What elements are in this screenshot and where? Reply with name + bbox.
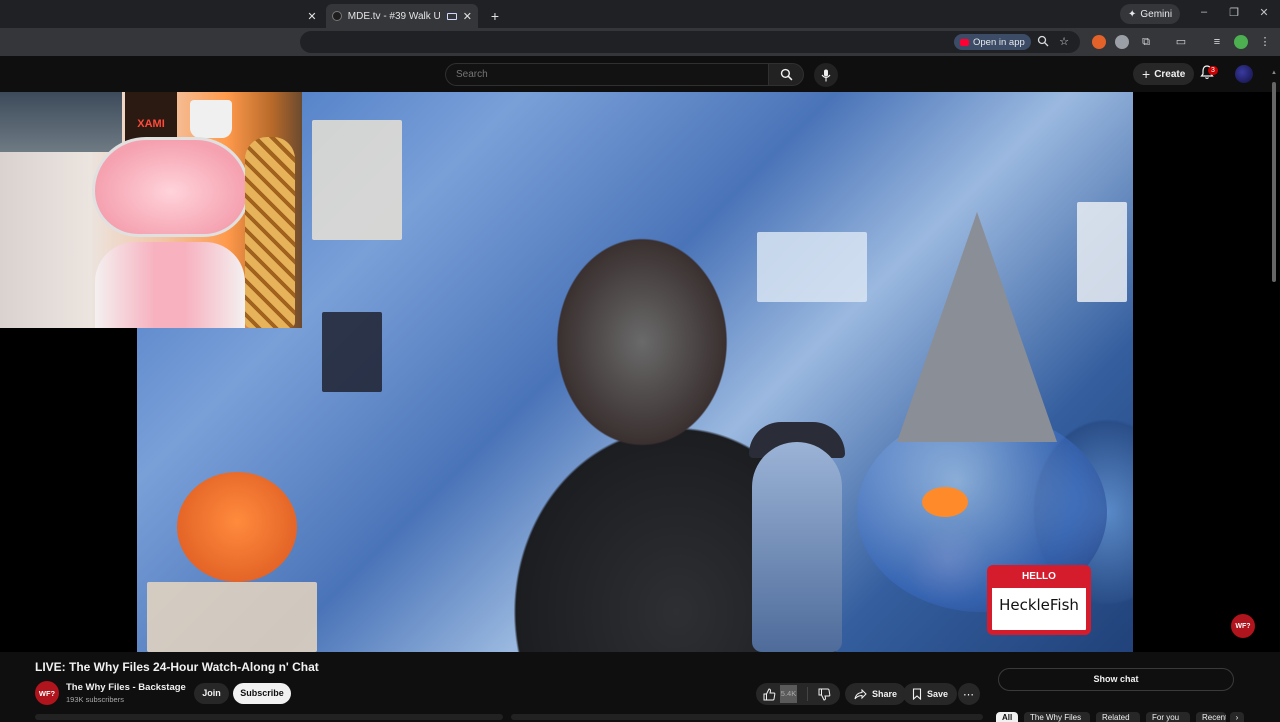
goldfish	[922, 487, 968, 517]
extensions-puzzle-icon[interactable]: ⧉	[1139, 35, 1153, 49]
create-label: Create	[1154, 68, 1186, 80]
profile-avatar-icon[interactable]	[1234, 35, 1248, 49]
collage-space-panda-sign	[757, 232, 867, 302]
restore-icon[interactable]: ❐	[1226, 6, 1242, 19]
thumbs-up-icon	[763, 687, 776, 700]
share-icon	[854, 688, 867, 699]
gemini-label: Gemini	[1140, 8, 1173, 20]
minimize-icon[interactable]: –	[1196, 6, 1212, 18]
video-title: LIVE: The Why Files 24-Hour Watch-Along …	[35, 660, 319, 674]
webcam-robot-body	[95, 242, 245, 328]
tab-active[interactable]: MDE.tv - #39 Walk Upside ✕	[326, 4, 478, 28]
tab-favicon-icon	[332, 11, 342, 21]
chips-next-chevron-icon[interactable]: ›	[1230, 712, 1244, 722]
webcam-poster-art	[0, 92, 122, 152]
like-count: 5.4K	[780, 685, 797, 703]
save-label: Save	[927, 689, 949, 699]
thumbs-down-icon	[818, 688, 830, 701]
cast-icon[interactable]: ▭	[1174, 35, 1188, 49]
chip-all[interactable]: All	[996, 712, 1018, 722]
subscribe-button[interactable]: Subscribe	[233, 683, 291, 704]
zoom-icon[interactable]	[1036, 35, 1050, 49]
extension-2-icon[interactable]	[1115, 35, 1129, 49]
collage-photo	[322, 312, 382, 392]
tinfoil-hat	[897, 212, 1057, 442]
account-avatar[interactable]	[1235, 65, 1253, 83]
prev-tab-close-icon[interactable]: ✕	[305, 4, 319, 28]
youtube-masthead: + Create	[0, 56, 1280, 92]
chip-related[interactable]: Related	[1096, 712, 1140, 722]
media-controls-icon[interactable]: ≡	[1210, 35, 1224, 49]
name-tag-hello: HELLO	[992, 570, 1086, 588]
window-close-icon[interactable]: ✕	[1256, 6, 1272, 19]
voice-search-button[interactable]	[814, 63, 838, 87]
share-label: Share	[872, 689, 898, 699]
subscriber-count: 193K subscribers	[66, 695, 124, 704]
share-button[interactable]: Share	[845, 683, 907, 705]
browser-toolbar: Open in app ☆ ⧉ ▭ ≡ ⋮	[0, 28, 1280, 56]
webcam-lamp	[190, 100, 232, 138]
dislike-button[interactable]	[808, 683, 840, 705]
chip-for-you[interactable]: For you	[1146, 712, 1190, 722]
name-tag-sign: HELLO HeckleFish	[987, 565, 1091, 635]
scroll-up-arrow-icon[interactable]: ▲	[1270, 70, 1278, 78]
alien-figure	[752, 442, 842, 652]
comments-box-edge	[511, 714, 983, 720]
tab-title: MDE.tv - #39 Walk Upside	[347, 10, 441, 22]
youtube-logo-icon	[960, 38, 969, 46]
channel-avatar[interactable]: WF?	[35, 681, 59, 705]
channel-watermark[interactable]: WF?	[1231, 614, 1255, 638]
name-tag-name: HeckleFish	[999, 596, 1079, 614]
webcam-overlay: XAMI	[0, 92, 302, 328]
search-input[interactable]	[445, 63, 768, 86]
tab-recording-icon	[447, 12, 457, 20]
orange-plush-toy	[177, 472, 297, 582]
open-in-app-button[interactable]: Open in app	[954, 34, 1031, 50]
webcam-giraffe-plush	[245, 137, 295, 328]
show-chat-button[interactable]: Show chat	[998, 668, 1234, 691]
webcam-robot-head	[92, 137, 250, 237]
join-button[interactable]: Join	[194, 683, 229, 704]
video-player[interactable]: HELLO HeckleFish XAMI	[0, 92, 1280, 652]
chip-recent[interactable]: Recently uploaded	[1196, 712, 1226, 722]
gemini-sparkle-icon: ✦	[1128, 8, 1137, 20]
more-actions-icon[interactable]: ⋯	[958, 683, 980, 705]
browser-tab-bar: ✕ MDE.tv - #39 Walk Upside ✕ + ✦ Gemini …	[0, 0, 1280, 28]
collage-callsign-card	[1077, 202, 1127, 302]
notification-count-badge: 3	[1208, 66, 1218, 75]
microphone-icon	[821, 69, 831, 81]
page-scrollbar[interactable]	[1270, 70, 1278, 652]
collage-poster	[312, 120, 402, 240]
extension-1-icon[interactable]	[1092, 35, 1106, 49]
tab-close-icon[interactable]: ✕	[463, 10, 472, 23]
bookmark-icon	[912, 688, 922, 700]
search-icon	[780, 68, 792, 81]
plus-icon: +	[1142, 66, 1151, 82]
channel-name[interactable]: The Why Files - Backstage	[66, 682, 186, 693]
save-button[interactable]: Save	[903, 683, 958, 705]
open-in-app-label: Open in app	[973, 36, 1025, 48]
browser-menu-icon[interactable]: ⋮	[1258, 35, 1272, 49]
search-button[interactable]	[768, 63, 804, 86]
like-button[interactable]: 5.4K	[756, 683, 800, 705]
gemini-button[interactable]: ✦ Gemini	[1120, 4, 1181, 24]
like-dislike-group: 5.4K	[756, 683, 840, 705]
scrollbar-thumb[interactable]	[1272, 82, 1276, 282]
description-box-edge	[35, 714, 503, 720]
create-button[interactable]: + Create	[1133, 63, 1195, 85]
bookmark-star-icon[interactable]: ☆	[1057, 35, 1071, 49]
book-stack	[147, 582, 317, 652]
new-tab-plus-icon[interactable]: +	[487, 4, 503, 28]
chip-channel[interactable]: The Why Files	[1024, 712, 1090, 722]
